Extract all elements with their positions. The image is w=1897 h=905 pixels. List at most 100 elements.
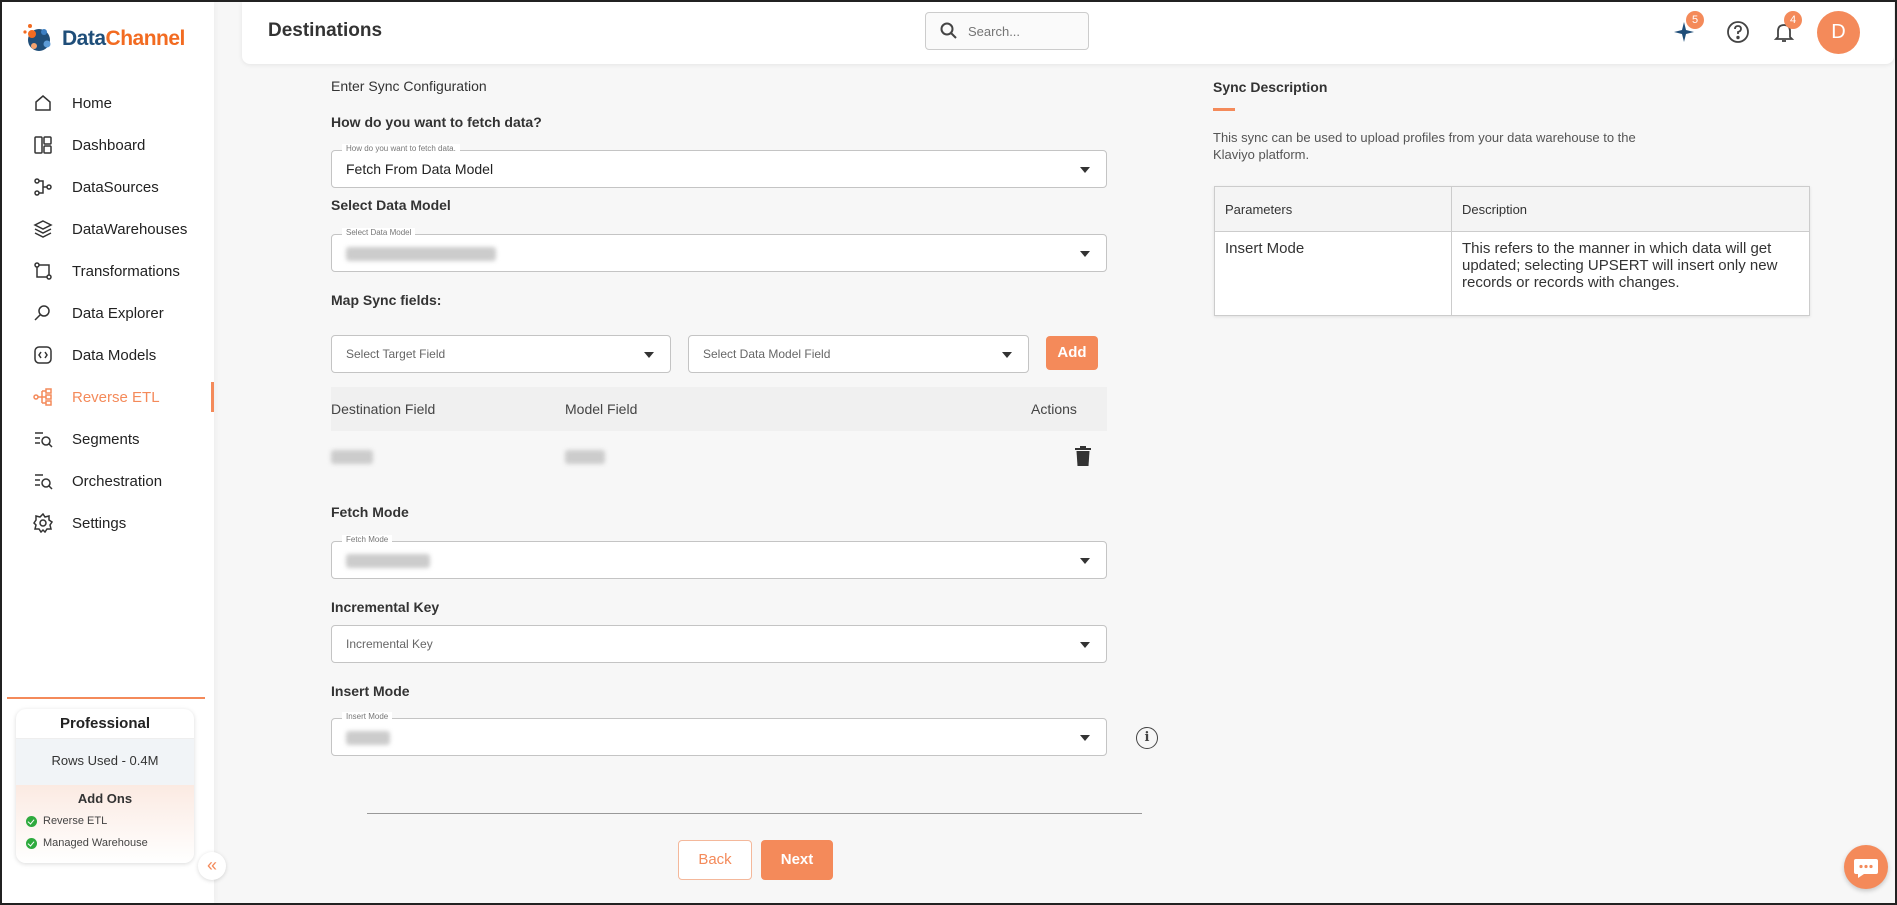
redacted-value (346, 731, 390, 745)
addons-section: Add Ons Reverse ETL Managed Warehouse (16, 785, 194, 863)
datawarehouses-icon (32, 218, 54, 240)
dashboard-icon (32, 134, 54, 156)
help-icon (1727, 21, 1749, 43)
redacted-destination-field (331, 450, 373, 464)
fetch-mode-label: Fetch Mode (331, 504, 409, 520)
target-field-placeholder: Select Target Field (346, 347, 446, 361)
addons-title: Add Ons (77, 791, 133, 806)
sparkle-button[interactable]: 5 (1672, 11, 1704, 46)
insert-mode-select[interactable]: Insert Mode (331, 712, 1107, 756)
map-sync-label: Map Sync fields: (331, 292, 442, 308)
incremental-key-label: Incremental Key (331, 599, 440, 615)
back-button[interactable]: Back (678, 840, 752, 880)
section-title: Enter Sync Configuration (331, 78, 487, 94)
top-header: Destinations 5 4 D (242, 2, 1894, 64)
target-field-select[interactable]: Select Target Field (331, 335, 671, 373)
redacted-value (346, 554, 430, 568)
sync-description-title: Sync Description (1213, 79, 1328, 95)
gear-icon (32, 512, 54, 534)
sidebar-item-orchestration[interactable]: Orchestration (2, 460, 214, 502)
sidebar-item-label: Settings (72, 514, 127, 532)
next-button[interactable]: Next (761, 840, 833, 880)
search-box[interactable] (925, 12, 1089, 50)
column-header: Destination Field (331, 401, 436, 417)
chevron-down-icon (1080, 735, 1090, 741)
sidebar-item-label: Segments (72, 430, 140, 448)
title-underline (1213, 108, 1235, 111)
data-model-select[interactable]: Select Data Model (331, 228, 1107, 272)
search-input[interactable] (968, 23, 1068, 39)
sidebar-item-label: DataSources (72, 178, 159, 196)
check-icon (26, 815, 37, 827)
sidebar-divider (7, 697, 205, 699)
sidebar-item-data-explorer[interactable]: Data Explorer (2, 292, 214, 334)
column-header: Parameters (1214, 186, 1452, 232)
sidebar-item-label: Transformations (72, 262, 180, 280)
fetch-type-select[interactable]: How do you want to fetch data. Fetch Fro… (331, 144, 1107, 188)
brand-name: DataChannel (62, 27, 185, 50)
sidebar-item-label: Dashboard (72, 136, 146, 154)
sidebar-item-datasources[interactable]: DataSources (2, 166, 214, 208)
data-explorer-icon (32, 302, 54, 324)
page-title: Destinations (268, 20, 383, 41)
model-field-select[interactable]: Select Data Model Field (688, 335, 1029, 373)
data-model-float-label: Select Data Model (342, 228, 416, 237)
sidebar-item-datawarehouses[interactable]: DataWarehouses (2, 208, 214, 250)
chevron-down-icon (1080, 167, 1090, 173)
description-cell: This refers to the manner in which data … (1451, 231, 1810, 316)
sidebar-item-label: Data Models (72, 346, 157, 364)
chat-icon (1854, 859, 1878, 878)
reverse-etl-icon (32, 386, 54, 408)
collapse-sidebar-icon[interactable]: « (198, 852, 226, 880)
help-button[interactable] (1726, 20, 1752, 46)
chevron-down-icon (1080, 642, 1090, 648)
notifications-button[interactable]: 4 (1772, 11, 1802, 46)
info-icon[interactable]: i (1136, 727, 1158, 749)
addon-label: Reverse ETL (43, 815, 108, 827)
chevron-down-icon (1080, 251, 1090, 257)
data-models-icon (32, 344, 54, 366)
rows-used: Rows Used - 0.4M (16, 739, 194, 785)
addon-label: Managed Warehouse (43, 837, 148, 849)
insert-mode-float-label: Insert Mode (342, 712, 393, 721)
parameter-cell: Insert Mode (1214, 231, 1452, 316)
chevron-down-icon (644, 352, 654, 358)
brand-logo[interactable]: DataChannel (22, 22, 185, 56)
sidebar-item-dashboard[interactable]: Dashboard (2, 124, 214, 166)
fetch-type-value: Fetch From Data Model (346, 161, 494, 177)
search-icon (940, 22, 957, 39)
segments-icon (32, 428, 54, 450)
plan-title: Professional (16, 709, 194, 739)
avatar[interactable]: D (1817, 11, 1860, 54)
home-icon (32, 92, 54, 114)
incremental-key-select[interactable]: Incremental Key (331, 625, 1107, 663)
chevron-down-icon (1080, 558, 1090, 564)
insert-mode-label: Insert Mode (331, 683, 410, 699)
fetch-question-label: How do you want to fetch data? (331, 114, 542, 130)
redacted-model-field (565, 450, 605, 464)
model-field-placeholder: Select Data Model Field (703, 347, 831, 361)
fetch-mode-select[interactable]: Fetch Mode (331, 535, 1107, 579)
sidebar-item-label: Home (72, 94, 113, 112)
table-row: Insert Mode This refers to the manner in… (1214, 231, 1810, 316)
trash-icon[interactable] (1075, 446, 1091, 466)
plan-card: Professional Rows Used - 0.4M Add Ons Re… (16, 709, 194, 863)
sidebar-item-transformations[interactable]: Transformations (2, 250, 214, 292)
fetch-float-label: How do you want to fetch data. (342, 144, 460, 153)
sidebar-item-segments[interactable]: Segments (2, 418, 214, 460)
check-icon (26, 837, 37, 849)
mapping-table-header: Destination Field Model Field Actions (331, 387, 1107, 431)
sidebar-item-reverse-etl[interactable]: Reverse ETL (2, 376, 214, 418)
chat-button[interactable] (1844, 845, 1888, 889)
sidebar-item-settings[interactable]: Settings (2, 502, 214, 544)
transformations-icon (32, 260, 54, 282)
add-button[interactable]: Add (1046, 336, 1098, 370)
sparkle-badge: 5 (1686, 11, 1704, 29)
sidebar-item-data-models[interactable]: Data Models (2, 334, 214, 376)
sidebar-item-label: Orchestration (72, 472, 163, 490)
addon-item: Managed Warehouse (16, 832, 194, 854)
sidebar: DataChannel Home Dashboard DataSources D… (2, 2, 214, 903)
chevron-down-icon (1002, 352, 1012, 358)
notification-badge: 4 (1784, 11, 1802, 29)
sidebar-item-home[interactable]: Home (2, 82, 214, 124)
